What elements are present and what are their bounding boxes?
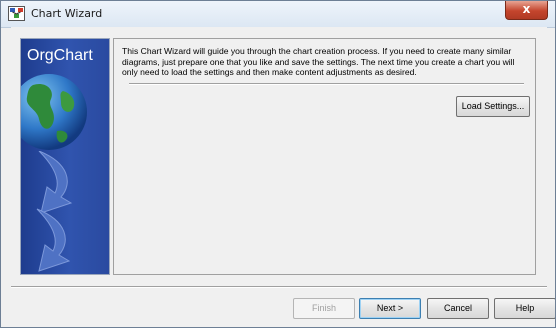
close-button[interactable]: x: [505, 1, 548, 20]
globe-icon: [21, 74, 87, 150]
decorative-arrows: [36, 151, 73, 272]
wizard-content-frame: This Chart Wizard will guide you through…: [113, 38, 536, 275]
title-bar[interactable]: Chart Wizard x: [1, 1, 555, 28]
content-divider: [129, 83, 524, 85]
next-button[interactable]: Next >: [359, 298, 421, 319]
chart-wizard-app-icon: [8, 6, 25, 21]
wizard-intro-text: This Chart Wizard will guide you through…: [122, 46, 515, 77]
chart-wizard-window: Chart Wizard x OrgChart This Chart Wizar…: [0, 0, 556, 328]
wizard-body: OrgChart This Chart Wizard will guide yo…: [11, 27, 555, 323]
close-icon: x: [522, 2, 531, 16]
load-settings-button[interactable]: Load Settings...: [456, 96, 530, 117]
cancel-button[interactable]: Cancel: [427, 298, 489, 319]
finish-button[interactable]: Finish: [293, 298, 355, 319]
footer-divider: [11, 286, 547, 288]
wizard-side-panel: OrgChart: [20, 38, 110, 275]
help-button[interactable]: Help: [494, 298, 555, 319]
orgchart-brand-label: OrgChart: [27, 47, 93, 64]
window-title: Chart Wizard: [31, 7, 103, 20]
